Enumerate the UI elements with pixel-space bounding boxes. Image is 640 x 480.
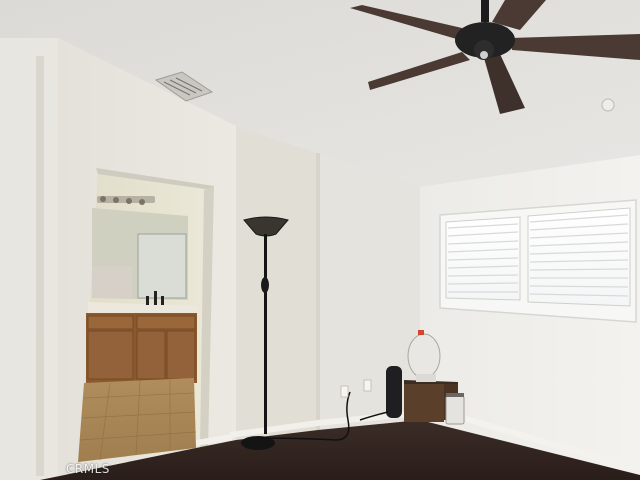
vanity-bulb bbox=[126, 198, 132, 204]
vanity-drawer bbox=[87, 315, 134, 330]
bathroom-tile-floor bbox=[78, 378, 196, 462]
vanity-drawer bbox=[136, 315, 196, 330]
lamp-pole bbox=[264, 234, 267, 434]
shower-curtain bbox=[92, 266, 132, 298]
wall-outlet bbox=[340, 385, 349, 398]
smoke-detector bbox=[601, 98, 615, 112]
vanity-bulb bbox=[113, 197, 119, 203]
room-photo bbox=[0, 0, 640, 480]
faucet bbox=[154, 291, 157, 305]
shower-glass bbox=[137, 233, 187, 299]
vanity-door bbox=[166, 330, 196, 380]
watermark: CRMLS bbox=[66, 462, 110, 476]
faucet-handle bbox=[146, 296, 149, 305]
wall-pillar-shade bbox=[236, 126, 318, 440]
left-corner-edge bbox=[36, 56, 44, 476]
fan-hub-cap bbox=[480, 51, 488, 59]
lamp-ornament bbox=[261, 277, 269, 293]
vanity-door bbox=[136, 330, 166, 380]
trash-can bbox=[445, 395, 465, 425]
wall-corner-line bbox=[316, 153, 320, 430]
left-edge-wall bbox=[0, 38, 58, 480]
desk-fan bbox=[407, 333, 441, 379]
fan-downrod bbox=[481, 0, 489, 22]
desk-fan-base bbox=[416, 374, 436, 382]
desk-fan-knob bbox=[418, 330, 424, 335]
wall-outlet bbox=[363, 379, 372, 392]
vanity-door bbox=[87, 330, 134, 380]
tower-heater bbox=[386, 366, 402, 418]
wood-side-table bbox=[404, 384, 444, 422]
vanity-bulb bbox=[139, 199, 145, 205]
faucet-handle bbox=[161, 296, 164, 305]
trash-can-lid bbox=[446, 393, 464, 397]
vanity-bulb bbox=[100, 196, 106, 202]
window-shutter-right bbox=[527, 207, 631, 307]
